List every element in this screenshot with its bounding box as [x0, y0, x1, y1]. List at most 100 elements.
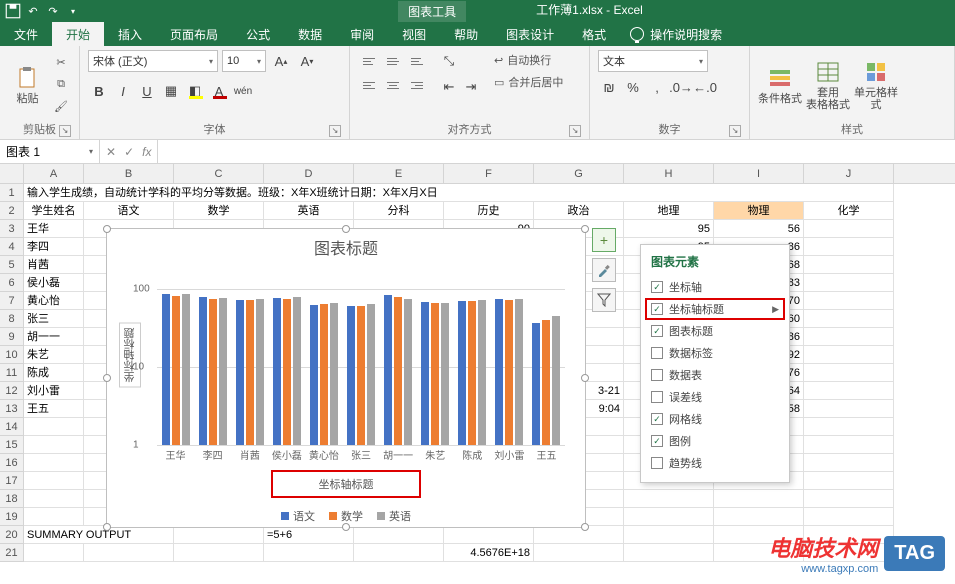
tab-insert[interactable]: 插入 [104, 22, 156, 46]
cell[interactable] [714, 508, 804, 526]
column-header[interactable]: I [714, 164, 804, 183]
cut-icon[interactable]: ✂ [51, 54, 71, 72]
y-axis-title[interactable]: 坐标轴标题 [119, 323, 141, 388]
tab-format[interactable]: 格式 [568, 22, 620, 46]
cell-styles-button[interactable]: 单元格样式 [854, 50, 898, 119]
cell[interactable] [24, 472, 84, 490]
cell[interactable] [24, 454, 84, 472]
row-header[interactable]: 13 [0, 400, 24, 418]
cell[interactable] [174, 526, 264, 544]
row-header[interactable]: 16 [0, 454, 24, 472]
cell[interactable] [24, 436, 84, 454]
chart-handle[interactable] [581, 225, 589, 233]
row-header[interactable]: 10 [0, 346, 24, 364]
cell[interactable]: 侯小磊 [24, 274, 84, 292]
popup-item[interactable]: ✓坐标轴 [651, 276, 779, 298]
fill-color-button[interactable]: ◧ [184, 80, 206, 102]
merge-center-button[interactable]: ▭合并后居中 [494, 72, 563, 92]
row-header[interactable]: 4 [0, 238, 24, 256]
cell[interactable]: 4.5676E+18 [444, 544, 534, 562]
cell[interactable] [804, 400, 894, 418]
column-header[interactable]: B [84, 164, 174, 183]
cell[interactable] [24, 508, 84, 526]
chart-legend[interactable]: 语文数学英语 [107, 508, 585, 524]
font-color-button[interactable]: A [208, 80, 230, 102]
cell[interactable] [624, 490, 714, 508]
cell[interactable]: 学生姓名 [24, 202, 84, 220]
row-header[interactable]: 11 [0, 364, 24, 382]
popup-item[interactable]: 误差线 [651, 386, 779, 408]
tab-data[interactable]: 数据 [284, 22, 336, 46]
qat-dropdown-icon[interactable]: ▾ [64, 2, 82, 20]
increase-decimal-icon[interactable]: .0→ [670, 76, 692, 98]
tab-review[interactable]: 审阅 [336, 22, 388, 46]
alignment-launcher-icon[interactable]: ↘ [569, 125, 581, 137]
cell[interactable] [714, 490, 804, 508]
popup-item[interactable]: ✓图表标题 [651, 320, 779, 342]
tab-help[interactable]: 帮助 [440, 22, 492, 46]
row-header[interactable]: 5 [0, 256, 24, 274]
number-launcher-icon[interactable]: ↘ [729, 125, 741, 137]
font-size-combo[interactable]: 10▾ [222, 50, 266, 72]
chart-handle[interactable] [103, 523, 111, 531]
cell[interactable] [534, 544, 624, 562]
popup-item[interactable]: ✓网格线 [651, 408, 779, 430]
chart-elements-button[interactable]: + [592, 228, 616, 252]
popup-item[interactable]: 趋势线 [651, 452, 779, 474]
number-format-combo[interactable]: 文本▾ [598, 50, 708, 72]
cell[interactable] [804, 328, 894, 346]
row-header[interactable]: 2 [0, 202, 24, 220]
cell[interactable] [804, 508, 894, 526]
name-box[interactable]: 图表 1▾ [0, 140, 100, 163]
checkbox-icon[interactable]: ✓ [651, 303, 663, 315]
cell[interactable]: 数学 [174, 202, 264, 220]
row-header[interactable]: 20 [0, 526, 24, 544]
cell[interactable] [174, 544, 264, 562]
cell[interactable]: 刘小雷 [24, 382, 84, 400]
underline-button[interactable]: U [136, 80, 158, 102]
undo-icon[interactable]: ↶ [24, 2, 42, 20]
column-header[interactable]: H [624, 164, 714, 183]
cell[interactable] [804, 274, 894, 292]
tab-formulas[interactable]: 公式 [232, 22, 284, 46]
cell[interactable] [444, 526, 534, 544]
conditional-format-button[interactable]: 条件格式 [758, 50, 802, 119]
cancel-icon[interactable]: ✕ [106, 145, 116, 159]
chart-handle[interactable] [103, 225, 111, 233]
redo-icon[interactable]: ↷ [44, 2, 62, 20]
cell[interactable] [264, 544, 354, 562]
row-header[interactable]: 12 [0, 382, 24, 400]
row-header[interactable]: 19 [0, 508, 24, 526]
row-header[interactable]: 17 [0, 472, 24, 490]
formula-bar[interactable] [158, 140, 955, 163]
cell[interactable] [804, 238, 894, 256]
popup-item[interactable]: ✓图例 [651, 430, 779, 452]
column-header[interactable]: C [174, 164, 264, 183]
tab-home[interactable]: 开始 [52, 22, 104, 46]
percent-format-icon[interactable]: % [622, 76, 644, 98]
cell[interactable] [84, 544, 174, 562]
column-header[interactable]: J [804, 164, 894, 183]
align-center-icon[interactable] [382, 74, 404, 96]
cell[interactable] [804, 310, 894, 328]
x-axis-title[interactable]: 坐标轴标题 [271, 470, 421, 498]
row-header[interactable]: 3 [0, 220, 24, 238]
font-name-combo[interactable]: 宋体 (正文)▾ [88, 50, 218, 72]
row-header[interactable]: 15 [0, 436, 24, 454]
column-header[interactable]: G [534, 164, 624, 183]
italic-button[interactable]: I [112, 80, 134, 102]
align-top-icon[interactable] [358, 50, 380, 72]
cell[interactable]: 56 [714, 220, 804, 238]
phonetic-button[interactable]: wén [232, 80, 254, 102]
chart-handle[interactable] [581, 523, 589, 531]
cell[interactable]: 李四 [24, 238, 84, 256]
cell[interactable] [24, 490, 84, 508]
accounting-format-icon[interactable]: ₪ [598, 76, 620, 98]
paste-button[interactable]: 粘贴 [8, 50, 47, 119]
select-all-corner[interactable] [0, 164, 24, 184]
checkbox-icon[interactable] [651, 369, 663, 381]
cell[interactable] [24, 418, 84, 436]
align-right-icon[interactable] [406, 74, 428, 96]
chart-handle[interactable] [342, 523, 350, 531]
chart-filter-button[interactable] [592, 288, 616, 312]
